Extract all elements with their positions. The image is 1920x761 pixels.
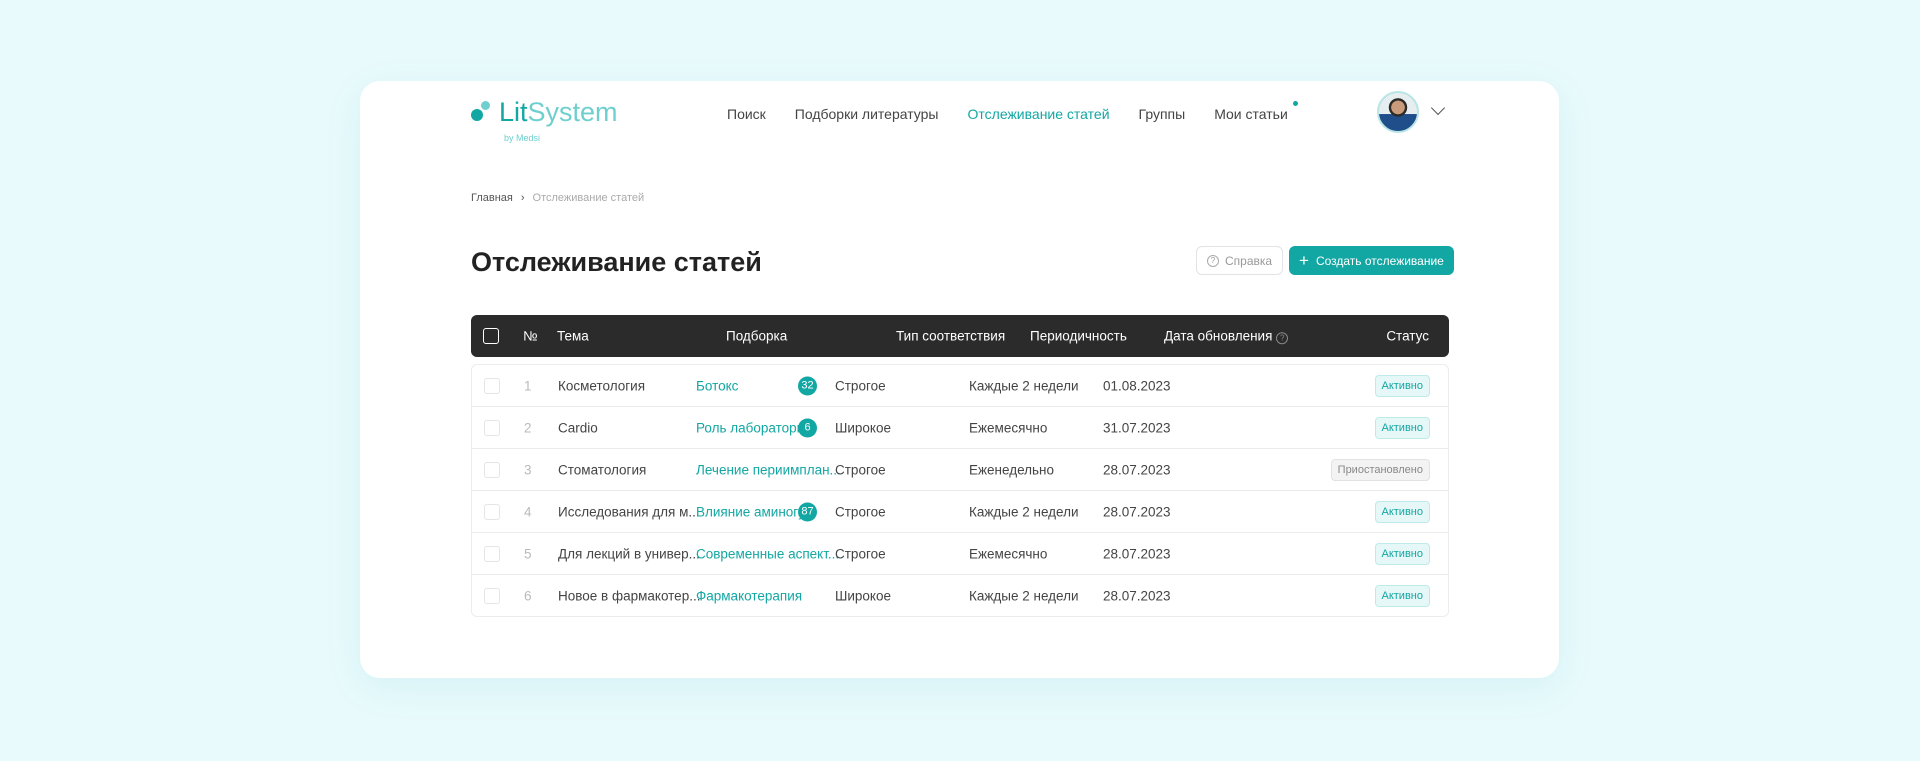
- breadcrumb-home[interactable]: Главная: [471, 192, 513, 204]
- row-checkbox[interactable]: [484, 588, 500, 604]
- header-num: №: [523, 328, 538, 344]
- nav-my-articles[interactable]: Мои статьи: [1214, 101, 1298, 122]
- row-match: Строгое: [835, 378, 886, 393]
- page-title: Отслеживание статей: [471, 247, 762, 277]
- header-collection[interactable]: Подборка: [726, 329, 787, 344]
- table-row[interactable]: 3 Стоматология Лечение периимплан... Стр…: [472, 449, 1448, 491]
- row-match: Широкое: [835, 588, 892, 604]
- row-match: Строгое: [835, 546, 886, 561]
- nav-my-articles-label: Мои статьи: [1214, 106, 1288, 122]
- row-period: Каждые 2 недели: [969, 378, 1079, 393]
- row-topic: Новое в фармакотер...: [558, 588, 701, 604]
- row-number: 4: [524, 504, 532, 519]
- nav-collections[interactable]: Подборки литературы: [795, 106, 939, 122]
- table-row[interactable]: 4 Исследования для м... Влияние аминогу.…: [472, 491, 1448, 533]
- row-collection-link[interactable]: Лечение периимплан...: [696, 462, 841, 477]
- row-period: Ежемесячно: [969, 420, 1048, 435]
- header-status[interactable]: Статус: [1386, 329, 1429, 344]
- row-match: Широкое: [835, 420, 892, 435]
- row-topic: Стоматология: [558, 462, 647, 477]
- create-tracking-button[interactable]: + Создать отслеживание: [1289, 246, 1454, 275]
- row-checkbox[interactable]: [484, 461, 500, 478]
- row-checkbox[interactable]: [484, 545, 500, 562]
- breadcrumb-current: Отслеживание статей: [532, 192, 645, 204]
- row-topic: Cardio: [558, 420, 598, 435]
- row-collection-link[interactable]: Фармакотерапия: [696, 589, 802, 604]
- header-date[interactable]: Дата обновления ?: [1164, 328, 1289, 344]
- create-label: Создать отслеживание: [1315, 253, 1444, 268]
- table-row[interactable]: 2 Cardio Роль лабораторн... 6 Широкое Еж…: [472, 407, 1448, 449]
- row-count-badge: 87: [798, 502, 817, 521]
- help-label: Справка: [1225, 253, 1273, 268]
- header-topic[interactable]: Тема: [557, 329, 589, 344]
- row-match: Строгое: [835, 462, 886, 477]
- nav-groups[interactable]: Группы: [1139, 106, 1186, 122]
- row-period: Каждые 2 недели: [969, 504, 1079, 519]
- row-topic: Исследования для м...: [558, 504, 700, 519]
- main-card: LitSystem by Medsi Поиск Подборки литера…: [360, 81, 1559, 678]
- row-topic: Для лекций в универ...: [558, 546, 700, 561]
- row-number: 3: [524, 462, 532, 477]
- row-period: Еженедельно: [969, 462, 1055, 477]
- notification-dot: [1292, 101, 1298, 106]
- chevron-down-icon[interactable]: [1430, 100, 1446, 116]
- logo-text-a: Lit: [499, 97, 528, 127]
- table-row[interactable]: 1 Косметология Ботокс 32 Строгое Каждые …: [472, 365, 1448, 407]
- row-collection-link[interactable]: Ботокс: [696, 378, 738, 393]
- header-match[interactable]: Тип соответствия: [896, 329, 1005, 344]
- row-period: Ежемесячно: [969, 546, 1048, 561]
- logo-subtitle: by Medsi: [504, 133, 541, 143]
- row-collection-link[interactable]: Современные аспект...: [696, 546, 839, 561]
- row-date: 01.08.2023: [1103, 378, 1171, 393]
- header-period[interactable]: Периодичность: [1030, 329, 1127, 344]
- row-date: 28.07.2023: [1103, 546, 1171, 561]
- table-row[interactable]: 6 Новое в фармакотер... Фармакотерапия Ш…: [472, 575, 1448, 617]
- row-date: 28.07.2023: [1103, 588, 1171, 604]
- row-number: 1: [524, 378, 532, 393]
- row-topic: Косметология: [558, 378, 646, 393]
- row-number: 2: [524, 420, 532, 435]
- main-nav: Поиск Подборки литературы Отслеживание с…: [727, 101, 1298, 122]
- row-date: 31.07.2023: [1103, 420, 1171, 435]
- avatar[interactable]: [1377, 91, 1419, 133]
- logo-text-b: System: [527, 97, 618, 127]
- table-body: 1 Косметология Ботокс 32 Строгое Каждые …: [471, 364, 1449, 617]
- nav-tracking[interactable]: Отслеживание статей: [968, 106, 1110, 122]
- plus-icon: +: [1299, 250, 1309, 270]
- help-button[interactable]: ? Справка: [1196, 246, 1284, 275]
- row-status-badge: Активно: [1374, 500, 1430, 523]
- row-period: Каждые 2 недели: [969, 588, 1079, 604]
- table-header: № Тема Подборка Тип соответствия Периоди…: [471, 315, 1449, 357]
- nav-search[interactable]: Поиск: [727, 106, 766, 122]
- row-status-badge: Приостановлено: [1330, 458, 1430, 481]
- question-icon[interactable]: ?: [1276, 331, 1289, 344]
- row-date: 28.07.2023: [1103, 504, 1171, 519]
- row-count-badge: 6: [798, 418, 817, 437]
- row-checkbox[interactable]: [484, 503, 500, 520]
- row-count-badge: 32: [798, 376, 817, 395]
- logo[interactable]: LitSystem: [471, 97, 618, 127]
- row-checkbox[interactable]: [484, 377, 500, 394]
- row-match: Строгое: [835, 504, 886, 519]
- breadcrumb-separator-icon: ›: [520, 192, 525, 204]
- breadcrumb: Главная › Отслеживание статей: [471, 192, 644, 204]
- row-status-badge: Активно: [1374, 585, 1430, 607]
- row-date: 28.07.2023: [1103, 462, 1171, 477]
- table-row[interactable]: 5 Для лекций в универ... Современные асп…: [472, 533, 1448, 575]
- row-number: 6: [524, 588, 532, 604]
- logo-icon: [471, 101, 493, 123]
- row-status-badge: Активно: [1374, 416, 1430, 439]
- header-date-label: Дата обновления: [1164, 328, 1273, 344]
- select-all-checkbox[interactable]: [483, 328, 499, 344]
- question-icon: ?: [1207, 254, 1219, 267]
- row-checkbox[interactable]: [484, 419, 500, 436]
- row-number: 5: [524, 546, 532, 561]
- row-status-badge: Активно: [1374, 374, 1430, 397]
- row-status-badge: Активно: [1374, 542, 1430, 565]
